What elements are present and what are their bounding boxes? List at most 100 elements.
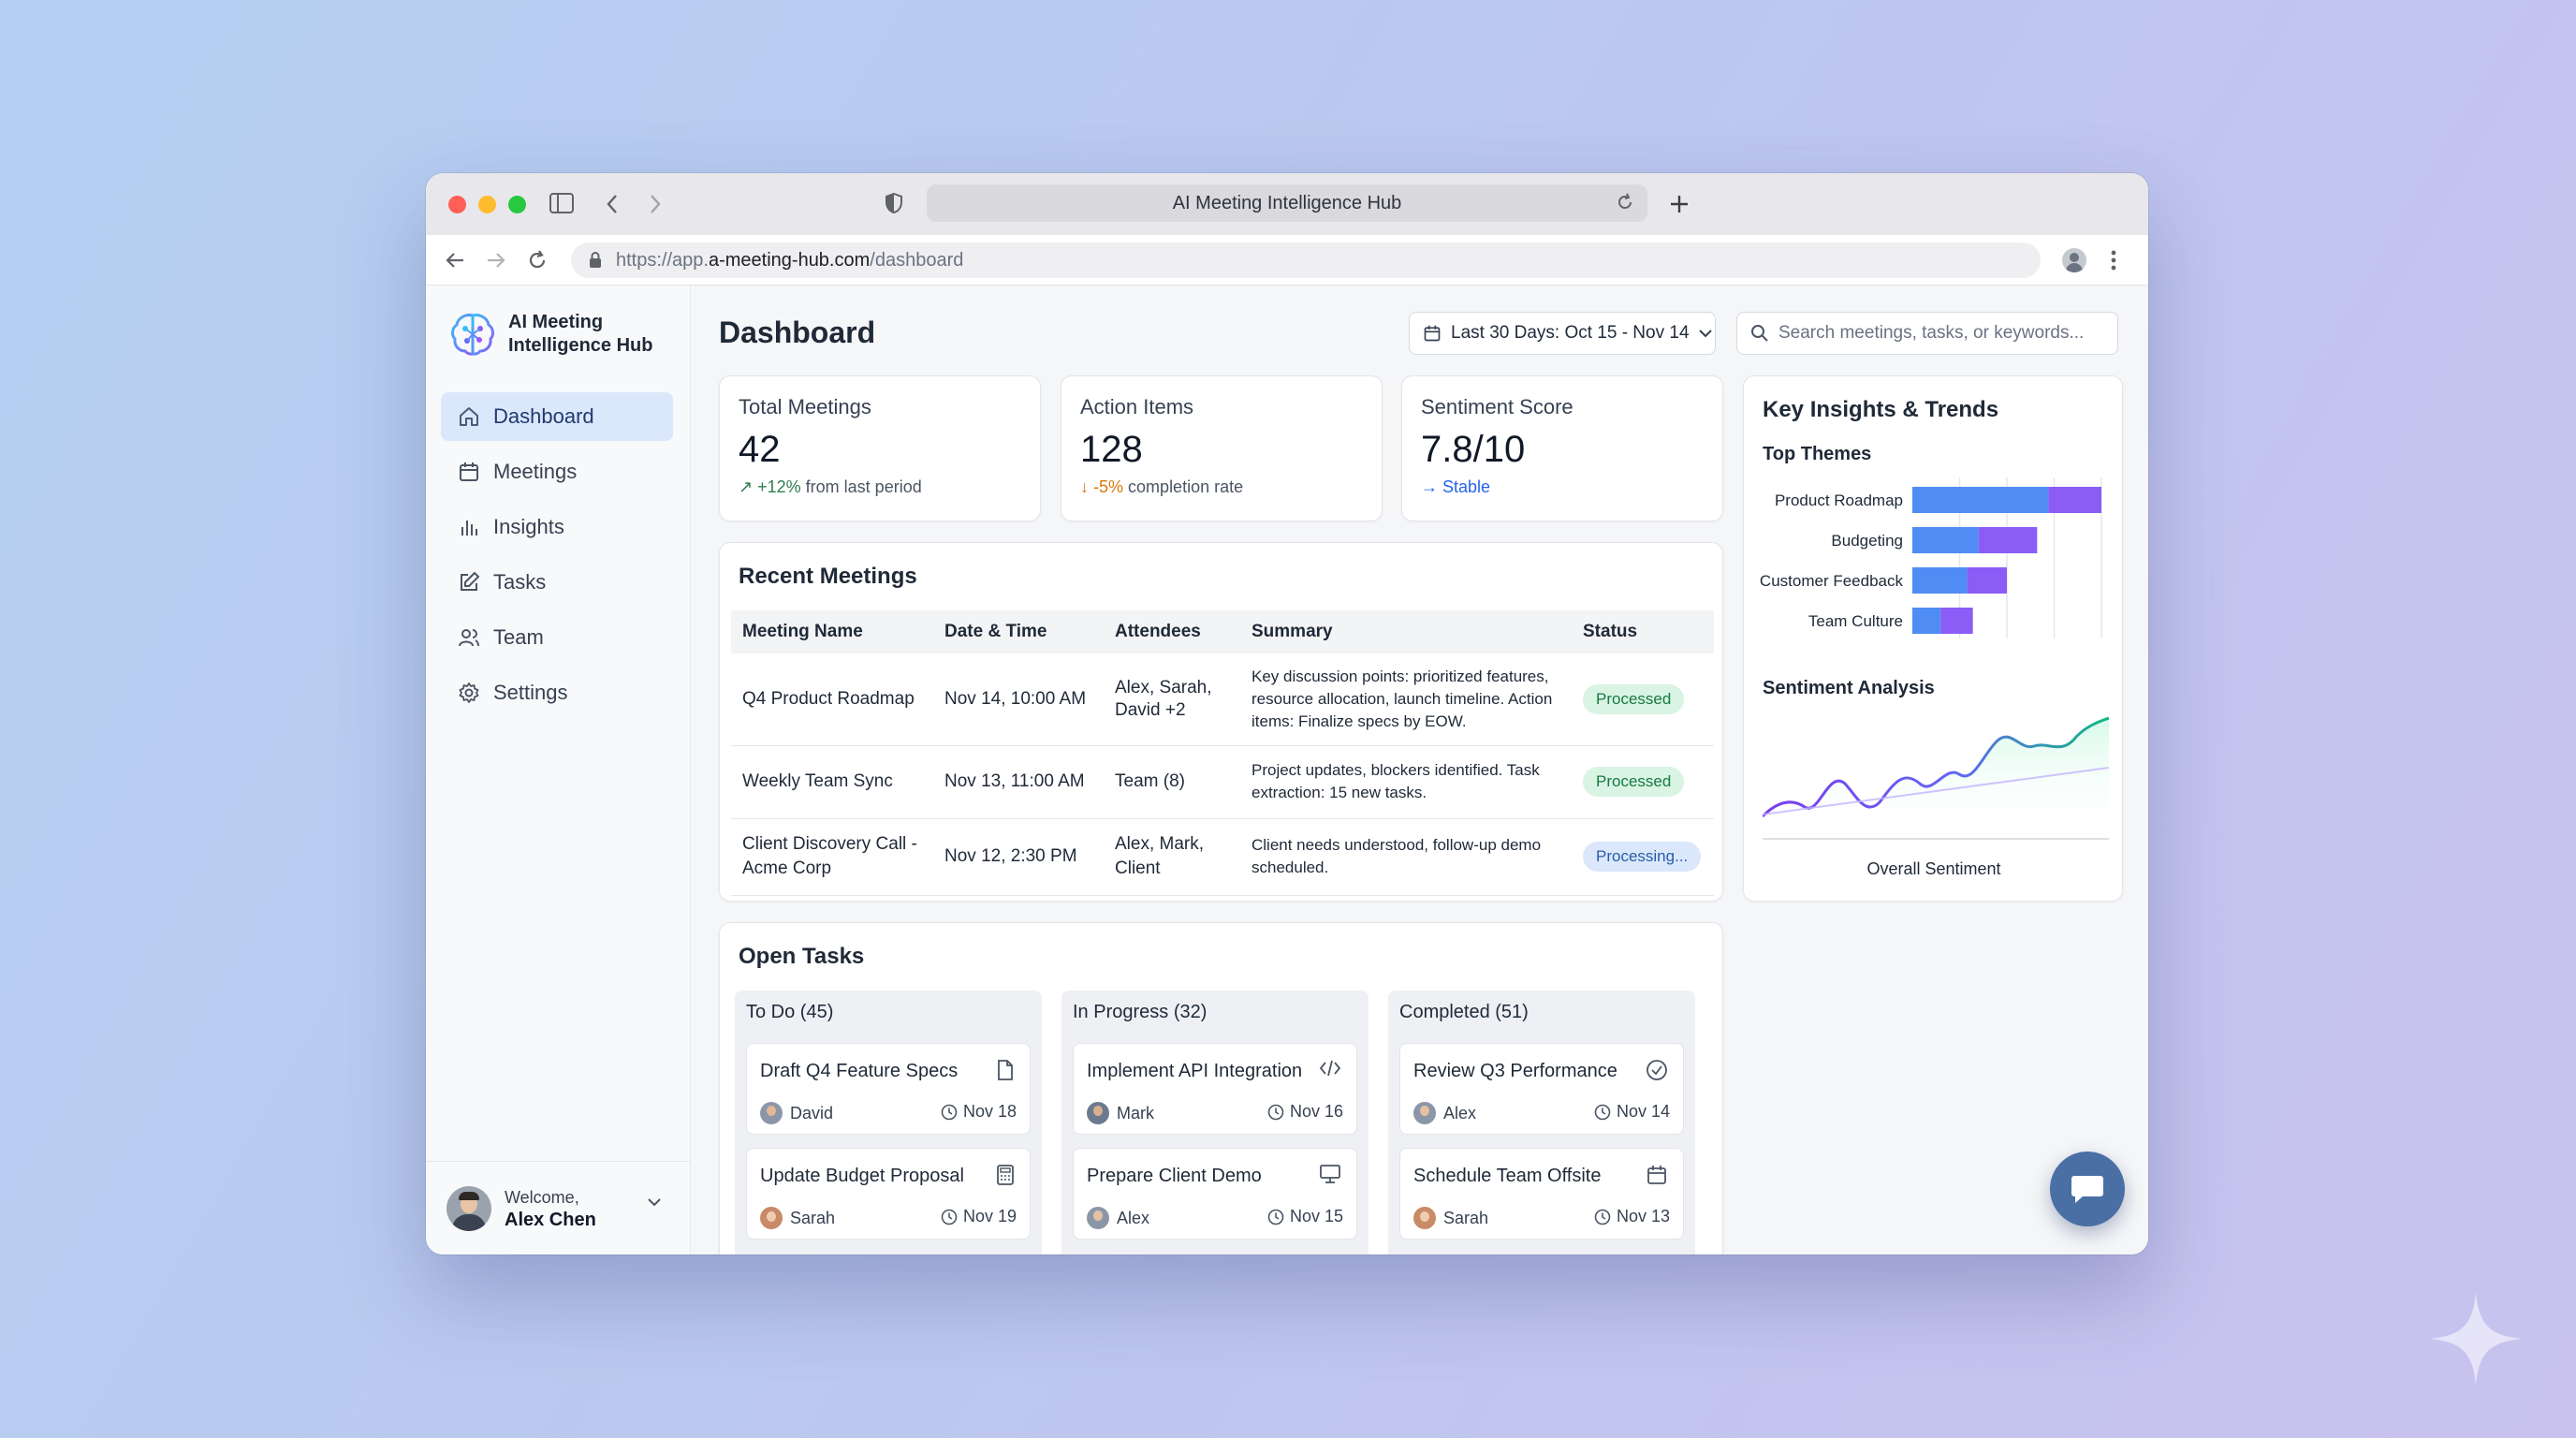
task-assignee: Sarah xyxy=(790,1208,836,1227)
stat-card-sentiment-score: Sentiment Score 7.8/10 → Stable xyxy=(1401,375,1723,521)
stat-card-action-items: Action Items 128 ↓ -5% completion rate xyxy=(1061,375,1383,521)
sidebar-toggle-icon[interactable] xyxy=(549,193,574,213)
status-badge: Processed xyxy=(1583,767,1685,797)
task-card[interactable]: Schedule Team Offsite Sarah Nov 13 xyxy=(1399,1148,1684,1240)
maximize-window-button[interactable] xyxy=(508,195,526,213)
stat-value: 42 xyxy=(739,429,781,470)
chevron-down-icon[interactable] xyxy=(647,1197,662,1207)
shield-icon[interactable] xyxy=(885,192,903,214)
user-menu[interactable]: Welcome, Alex Chen xyxy=(426,1161,690,1255)
user-name: Alex Chen xyxy=(505,1209,596,1230)
table-row[interactable]: Client Discovery Call - Acme Corp Nov 12… xyxy=(731,818,1714,896)
home-icon xyxy=(460,407,478,426)
monitor-icon xyxy=(1320,1165,1340,1183)
search-box[interactable] xyxy=(1736,312,2118,355)
meeting-name[interactable]: Client Discovery Call - Acme Corp xyxy=(731,818,933,896)
column-header[interactable]: Meeting Name xyxy=(731,610,933,653)
sidebar-item-label: Settings xyxy=(493,681,568,704)
new-tab-icon[interactable] xyxy=(1669,194,1690,214)
column-header[interactable]: Status xyxy=(1572,610,1714,653)
task-card[interactable]: Implement API Integration Mark Nov 16 xyxy=(1073,1043,1357,1135)
browser-tab[interactable]: AI Meeting Intelligence Hub xyxy=(927,184,1647,222)
meeting-name[interactable]: Q4 Product Roadmap xyxy=(731,653,933,746)
tab-reload-icon[interactable] xyxy=(1616,193,1634,212)
profile-icon[interactable] xyxy=(2062,248,2086,272)
clock-icon xyxy=(941,1209,958,1225)
table-row[interactable]: Weekly Team Sync Nov 13, 11:00 AM Team (… xyxy=(731,745,1714,819)
task-assignee: Alex xyxy=(1443,1103,1477,1123)
app-logo[interactable]: AI Meeting Intelligence Hub xyxy=(448,310,658,359)
task-card[interactable]: Review Q3 Performance Alex Nov 14 xyxy=(1399,1043,1684,1135)
url-field[interactable]: https://app. a-meeting-hub.com/dashboard xyxy=(571,242,2041,278)
reload-icon[interactable] xyxy=(527,250,548,271)
avatar xyxy=(760,1102,783,1124)
sidebar-item-settings[interactable]: Settings xyxy=(441,668,673,717)
back-tab-icon[interactable] xyxy=(606,194,619,214)
date-range-label: Last 30 Days: Oct 15 - Nov 14 xyxy=(1451,323,1690,343)
page-title: Dashboard xyxy=(719,315,876,349)
task-due-date: Nov 15 xyxy=(1289,1207,1343,1225)
theme-label: Customer Feedback xyxy=(1760,572,1904,590)
clock-icon xyxy=(1267,1209,1284,1225)
task-title: Implement API Integration xyxy=(1087,1061,1303,1081)
brain-logo-icon xyxy=(451,314,494,356)
task-due-date: Nov 18 xyxy=(962,1102,1017,1121)
task-due-date: Nov 19 xyxy=(962,1207,1017,1225)
sidebar-item-insights[interactable]: Insights xyxy=(441,503,673,551)
stat-value: 128 xyxy=(1080,429,1143,470)
meetings-table: Meeting Name Date & Time Attendees Summa… xyxy=(731,610,1714,896)
more-menu-icon[interactable] xyxy=(2111,250,2116,271)
app-name: AI Meeting Intelligence Hub xyxy=(508,312,653,356)
sentiment-caption: Overall Sentiment xyxy=(1866,859,2001,878)
close-window-button[interactable] xyxy=(448,195,466,213)
task-card[interactable]: Draft Q4 Feature Specs David Nov 18 xyxy=(746,1043,1031,1135)
meeting-attendees: Team (8) xyxy=(1104,745,1240,819)
open-tasks-card: Open Tasks To Do (45) Draft Q4 Feature S… xyxy=(719,922,1723,1255)
meeting-name[interactable]: Weekly Team Sync xyxy=(731,745,933,819)
table-header-row: Meeting Name Date & Time Attendees Summa… xyxy=(731,610,1714,653)
back-arrow-icon[interactable] xyxy=(445,251,465,270)
sidebar-item-dashboard[interactable]: Dashboard xyxy=(441,392,673,441)
trend-text: from last period xyxy=(805,477,922,496)
search-icon xyxy=(1751,325,1768,342)
sentiment-line-chart xyxy=(1763,716,2109,840)
browser-tab-bar: AI Meeting Intelligence Hub xyxy=(426,173,2148,235)
task-card[interactable]: Update Budget Proposal Sarah Nov 19 xyxy=(746,1148,1031,1240)
stat-label: Sentiment Score xyxy=(1421,395,1573,418)
edit-icon xyxy=(461,572,479,591)
theme-bar-primary xyxy=(1912,527,1979,553)
check-circle-icon xyxy=(1647,1060,1667,1080)
column-header[interactable]: Attendees xyxy=(1104,610,1240,653)
chat-button[interactable] xyxy=(2050,1152,2125,1226)
theme-bar-secondary xyxy=(1940,608,1973,634)
themes-title: Top Themes xyxy=(1763,444,1872,464)
forward-arrow-icon[interactable] xyxy=(486,251,506,270)
theme-label: Team Culture xyxy=(1808,612,1903,630)
task-assignee: Sarah xyxy=(1443,1208,1489,1227)
table-row[interactable]: Q4 Product Roadmap Nov 14, 10:00 AM Alex… xyxy=(731,653,1714,746)
date-range-picker[interactable]: Last 30 Days: Oct 15 - Nov 14 xyxy=(1409,312,1716,355)
task-column-in-progress: In Progress (32) Implement API Integrati… xyxy=(1061,990,1368,1255)
sidebar-item-tasks[interactable]: Tasks xyxy=(441,558,673,607)
url-prefix: https://app. xyxy=(616,249,709,271)
column-header[interactable]: Summary xyxy=(1240,610,1572,653)
stat-card-total-meetings: Total Meetings 42 ↗ +12% from last perio… xyxy=(719,375,1041,521)
task-due-date: Nov 16 xyxy=(1289,1102,1343,1121)
task-title: Schedule Team Offsite xyxy=(1413,1166,1602,1186)
task-title: Prepare Client Demo xyxy=(1087,1166,1262,1186)
column-header[interactable]: Date & Time xyxy=(933,610,1104,653)
forward-tab-icon[interactable] xyxy=(649,194,662,214)
search-input[interactable] xyxy=(1778,323,2097,344)
sidebar-item-meetings[interactable]: Meetings xyxy=(441,448,673,496)
trend-down-icon: ↓ xyxy=(1080,477,1089,496)
calendar-icon xyxy=(460,462,478,481)
column-title: Completed (51) xyxy=(1399,1002,1529,1022)
task-card[interactable]: Prepare Client Demo Alex Nov 15 xyxy=(1073,1148,1357,1240)
theme-bar-secondary xyxy=(1978,527,2038,553)
user-info: Welcome, Alex Chen xyxy=(505,1186,596,1231)
minimize-window-button[interactable] xyxy=(478,195,496,213)
theme-label: Budgeting xyxy=(1831,532,1903,550)
sidebar-item-team[interactable]: Team xyxy=(441,613,673,662)
stat-trend: → Stable xyxy=(1421,477,1490,497)
code-icon xyxy=(1319,1060,1341,1077)
